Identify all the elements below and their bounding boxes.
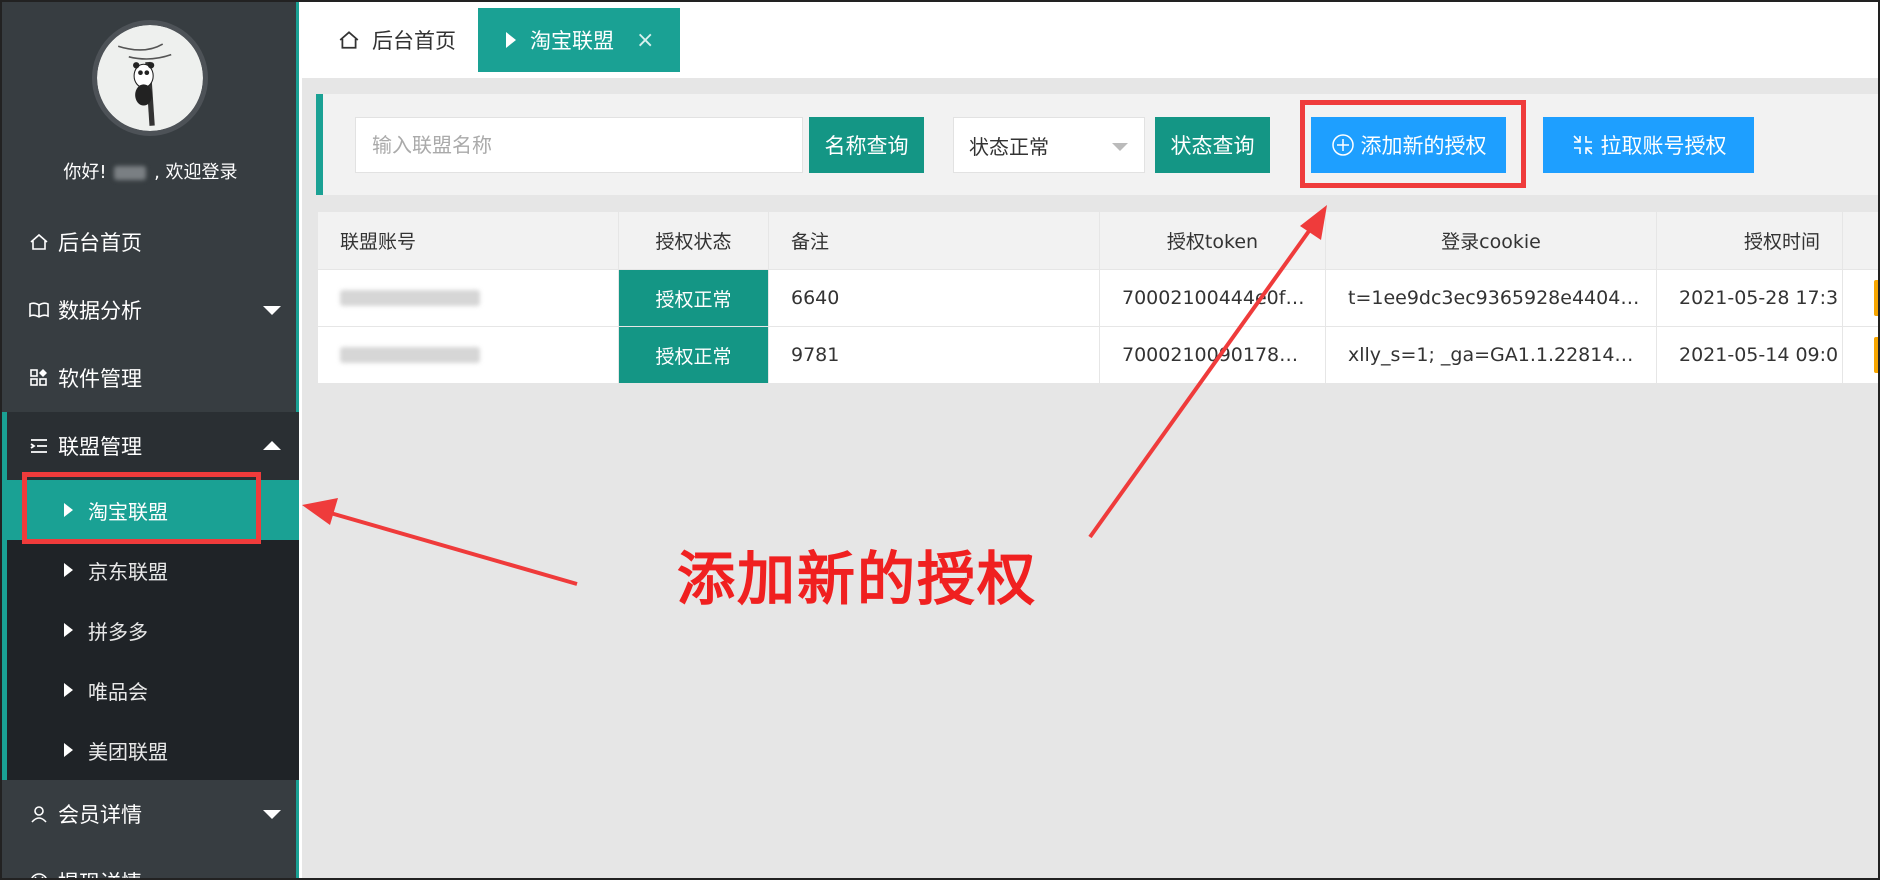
caret-right-icon bbox=[64, 503, 73, 517]
time-cell: 2021-05-28 17:3 bbox=[1657, 270, 1843, 326]
submenu-item-pdd[interactable]: 拼多多 bbox=[7, 600, 299, 660]
tab-home[interactable]: 后台首页 bbox=[332, 8, 478, 72]
close-icon[interactable]: × bbox=[636, 28, 654, 53]
submenu-item-taobao[interactable]: 淘宝联盟 bbox=[7, 480, 299, 540]
welcome-text: 你好! , 欢迎登录 bbox=[2, 158, 299, 184]
column-header[interactable]: 登录cookie bbox=[1326, 212, 1657, 269]
table-row[interactable]: 授权正常 9781 7000210090178… xlly_s=1; _ga=G… bbox=[318, 327, 1878, 384]
welcome-suffix: , 欢迎登录 bbox=[154, 162, 238, 183]
add-new-auth-button[interactable]: 添加新的授权 bbox=[1311, 117, 1506, 173]
book-icon bbox=[28, 299, 50, 321]
submenu-item-label: 美团联盟 bbox=[88, 739, 168, 764]
list-icon bbox=[28, 435, 50, 457]
submenu-item-meituan[interactable]: 美团联盟 bbox=[7, 720, 299, 780]
status-query-button[interactable]: 状态查询 bbox=[1155, 117, 1270, 173]
sidebar-item-members[interactable]: 会员详情 bbox=[2, 780, 299, 848]
welcome-prefix: 你好! bbox=[63, 162, 107, 183]
sidebar-item-withdraw[interactable]: 提现详情 bbox=[2, 848, 299, 878]
sidebar-item-software[interactable]: 软件管理 bbox=[2, 344, 299, 412]
note-cell: 9781 bbox=[769, 327, 1100, 383]
table-row[interactable]: 授权正常 6640 70002100444e0f… t=1ee9dc3ec936… bbox=[318, 270, 1878, 327]
sidebar-item-alliance[interactable]: 联盟管理 bbox=[2, 412, 299, 480]
compress-icon bbox=[1571, 133, 1595, 157]
submenu-item-jd[interactable]: 京东联盟 bbox=[7, 540, 299, 600]
column-header-extra bbox=[1843, 212, 1878, 269]
caret-right-icon bbox=[506, 32, 516, 48]
user-icon bbox=[28, 803, 50, 825]
alliance-submenu: 淘宝联盟 京东联盟 拼多多 唯品会 美团联盟 bbox=[2, 480, 299, 780]
token-cell: 70002100444e0f… bbox=[1100, 270, 1326, 326]
status-select-value: 状态正常 bbox=[969, 134, 1049, 159]
plus-circle-icon bbox=[1331, 133, 1355, 157]
cookie-cell: t=1ee9dc3ec9365928e4404… bbox=[1326, 270, 1657, 326]
home-icon bbox=[338, 29, 360, 51]
chevron-down-icon bbox=[1112, 143, 1128, 151]
column-header[interactable]: 授权状态 bbox=[619, 212, 769, 269]
tab-bar: 后台首页 淘宝联盟 × bbox=[302, 2, 1878, 78]
sidebar-item-data-analysis[interactable]: 数据分析 bbox=[2, 276, 299, 344]
note-cell: 6640 bbox=[769, 270, 1100, 326]
time-cell: 2021-05-14 09:0 bbox=[1657, 327, 1843, 383]
caret-right-icon bbox=[64, 743, 73, 757]
sidebar-item-label: 提现详情 bbox=[58, 867, 142, 878]
chevron-down-icon bbox=[263, 810, 281, 819]
submenu-item-label: 京东联盟 bbox=[88, 559, 168, 584]
submenu-item-label: 唯品会 bbox=[88, 679, 148, 704]
submenu-item-label: 拼多多 bbox=[88, 619, 148, 644]
cookie-cell: xlly_s=1; _ga=GA1.1.22814… bbox=[1326, 327, 1657, 383]
sidebar-item-home[interactable]: 后台首页 bbox=[2, 208, 299, 276]
caret-right-icon bbox=[64, 683, 73, 697]
chevron-down-icon bbox=[263, 306, 281, 315]
sidebar: 你好! , 欢迎登录 后台首页 数据分析 软件管理 联盟管理 淘宝联盟 京东联盟… bbox=[2, 2, 299, 878]
action-cell bbox=[1843, 327, 1878, 383]
main-content: 后台首页 淘宝联盟 × 名称查询 状态正常 状态查询 添加新的授权 bbox=[302, 2, 1878, 878]
chevron-up-icon bbox=[263, 441, 281, 450]
submenu-item-label: 淘宝联盟 bbox=[88, 499, 168, 524]
search-toolbar: 名称查询 状态正常 状态查询 添加新的授权 拉取账号授权 bbox=[316, 94, 1878, 195]
submenu-item-vip[interactable]: 唯品会 bbox=[7, 660, 299, 720]
account-cell bbox=[318, 327, 619, 383]
panda-avatar-image bbox=[97, 25, 203, 131]
pull-account-auth-button[interactable]: 拉取账号授权 bbox=[1543, 117, 1754, 173]
sidebar-item-label: 数据分析 bbox=[58, 299, 142, 323]
pull-account-auth-label: 拉取账号授权 bbox=[1600, 134, 1727, 158]
column-header[interactable]: 授权时间 bbox=[1657, 212, 1843, 269]
column-header[interactable]: 联盟账号 bbox=[318, 212, 619, 269]
status-select[interactable]: 状态正常 bbox=[953, 117, 1145, 173]
status-badge: 授权正常 bbox=[619, 270, 769, 326]
tab-label: 后台首页 bbox=[372, 29, 456, 53]
caret-right-icon bbox=[64, 623, 73, 637]
username-blurred bbox=[114, 166, 147, 180]
action-cell bbox=[1843, 270, 1878, 326]
status-badge: 授权正常 bbox=[619, 327, 769, 383]
sidebar-item-label: 软件管理 bbox=[58, 367, 142, 391]
column-header[interactable]: 授权token bbox=[1100, 212, 1326, 269]
sidebar-item-label: 联盟管理 bbox=[58, 435, 142, 459]
home-icon bbox=[28, 231, 50, 253]
tab-taobao[interactable]: 淘宝联盟 × bbox=[478, 8, 681, 72]
tab-label: 淘宝联盟 bbox=[530, 29, 614, 53]
sidebar-item-label: 会员详情 bbox=[58, 803, 142, 827]
avatar[interactable] bbox=[92, 20, 208, 136]
account-name-blurred bbox=[340, 290, 480, 306]
account-cell bbox=[318, 270, 619, 326]
yen-icon bbox=[28, 871, 50, 878]
name-query-button[interactable]: 名称查询 bbox=[809, 117, 924, 173]
account-name-blurred bbox=[340, 347, 480, 363]
alliance-name-search-input[interactable] bbox=[355, 117, 803, 173]
annotation-text: 添加新的授权 bbox=[677, 545, 1038, 613]
caret-right-icon bbox=[64, 563, 73, 577]
sidebar-item-label: 后台首页 bbox=[58, 231, 142, 255]
sidebar-nav: 后台首页 数据分析 软件管理 联盟管理 淘宝联盟 京东联盟 拼多多 唯品会 美团… bbox=[2, 208, 299, 878]
app-window: 你好! , 欢迎登录 后台首页 数据分析 软件管理 联盟管理 淘宝联盟 京东联盟… bbox=[0, 0, 1880, 880]
action-button-partial[interactable] bbox=[1874, 337, 1878, 373]
grid-icon bbox=[28, 367, 50, 389]
token-cell: 7000210090178… bbox=[1100, 327, 1326, 383]
action-button-partial[interactable] bbox=[1874, 280, 1878, 316]
column-header[interactable]: 备注 bbox=[769, 212, 1100, 269]
table-header-row: 联盟账号 授权状态 备注 授权token 登录cookie 授权时间 bbox=[318, 212, 1878, 270]
auth-table: 联盟账号 授权状态 备注 授权token 登录cookie 授权时间 授权正常 … bbox=[318, 212, 1878, 384]
add-new-auth-label: 添加新的授权 bbox=[1360, 134, 1487, 158]
